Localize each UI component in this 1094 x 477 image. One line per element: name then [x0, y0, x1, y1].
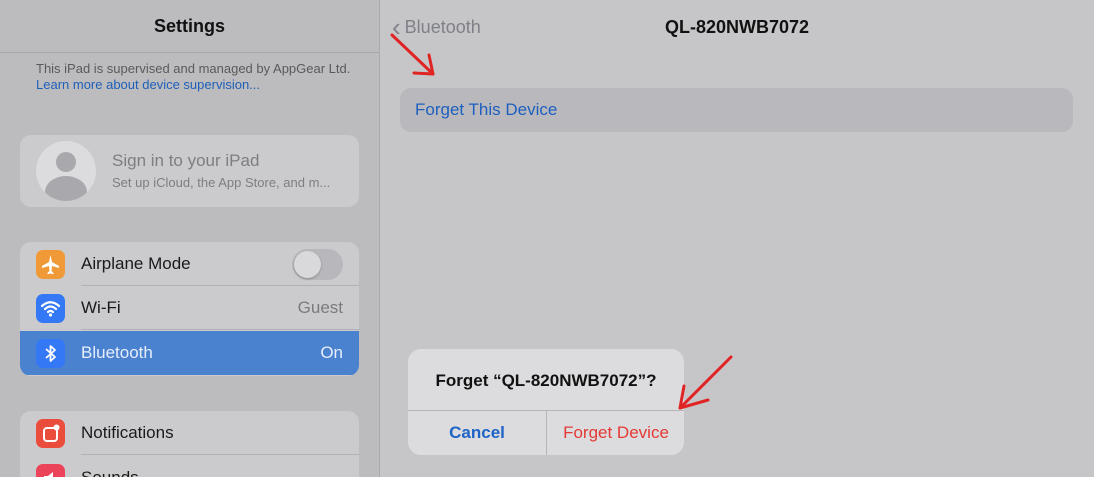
sidebar-title: Settings: [153, 16, 225, 36]
airplane-icon: [36, 250, 65, 279]
connectivity-group: Airplane Mode Wi-Fi Guest Bluetooth On: [20, 242, 359, 376]
sidebar-item-label: Sounds: [81, 468, 139, 477]
sign-in-title: Sign in to your iPad: [112, 151, 260, 170]
sidebar-item-notifications[interactable]: Notifications: [20, 411, 359, 455]
bluetooth-status-value: On: [320, 343, 343, 362]
sign-in-subtitle: Set up iCloud, the App Store, and m...: [112, 175, 331, 190]
sidebar-item-wifi[interactable]: Wi-Fi Guest: [20, 286, 359, 330]
sidebar-item-label: Airplane Mode: [81, 254, 191, 273]
sign-in-card[interactable]: Sign in to your iPad Set up iCloud, the …: [20, 135, 359, 207]
alert-title: Forget “QL-820NWB7072”?: [435, 371, 657, 390]
forget-device-button[interactable]: Forget Device: [547, 411, 684, 455]
cancel-button[interactable]: Cancel: [408, 411, 546, 455]
notifications-icon: [36, 419, 65, 448]
sounds-icon: [36, 464, 65, 477]
sidebar-item-label: Notifications: [81, 423, 174, 442]
wifi-network-value: Guest: [297, 298, 343, 317]
supervision-notice: This iPad is supervised and managed by A…: [36, 61, 356, 93]
sidebar-item-label: Wi-Fi: [81, 298, 121, 317]
supervision-text: This iPad is supervised and managed by A…: [36, 61, 351, 76]
settings-sidebar: Settings This iPad is supervised and man…: [0, 0, 380, 477]
notifications-group: Notifications Sounds: [20, 411, 359, 477]
sidebar-item-bluetooth[interactable]: Bluetooth On: [20, 331, 359, 375]
sidebar-item-airplane-mode[interactable]: Airplane Mode: [20, 242, 359, 286]
sidebar-item-sounds[interactable]: Sounds: [20, 456, 359, 477]
page-title: QL-820NWB7072: [664, 17, 810, 37]
forget-this-device-button[interactable]: Forget This Device: [400, 88, 1073, 132]
wifi-icon: [36, 294, 65, 323]
avatar: [36, 141, 96, 201]
forget-device-alert: Forget “QL-820NWB7072”? Cancel Forget De…: [408, 349, 684, 455]
supervision-link[interactable]: Learn more about device supervision...: [36, 77, 260, 92]
airplane-mode-toggle[interactable]: [292, 249, 343, 280]
sidebar-item-label: Bluetooth: [81, 343, 153, 362]
sidebar-header: Settings: [0, 0, 379, 53]
forget-this-device-label: Forget This Device: [415, 100, 558, 119]
bluetooth-icon: [36, 339, 65, 368]
